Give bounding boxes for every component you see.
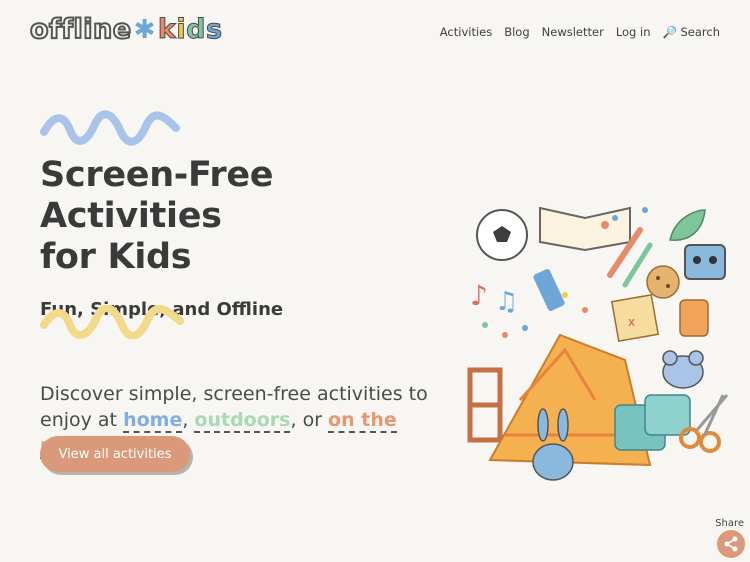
share-button[interactable] [717, 530, 745, 558]
view-all-activities-button[interactable]: View all activities [40, 436, 190, 472]
yellow-squiggle-decoration [40, 305, 184, 339]
page-title: Screen-Free Activities for Kids [40, 155, 440, 278]
star-icon: ✱ [133, 14, 156, 45]
nav-activities[interactable]: Activities [440, 25, 492, 39]
page-title-line2: for Kids [40, 237, 192, 277]
logo[interactable]: offline ✱ kids [29, 13, 223, 46]
nav-newsletter[interactable]: Newsletter [542, 25, 604, 39]
logo-word-kids: kids [157, 14, 223, 46]
share-icon [724, 536, 738, 552]
desc-sep2: , or [290, 409, 329, 431]
nav-blog[interactable]: Blog [504, 25, 529, 39]
page-title-line1: Screen-Free Activities [40, 155, 274, 236]
nav-login[interactable]: Log in [616, 25, 651, 39]
svg-text:x: x [628, 315, 635, 329]
svg-text:♪: ♪ [470, 279, 488, 312]
nav-search[interactable]: 🔎 Search [663, 25, 721, 39]
nav-search-label: Search [680, 25, 720, 39]
logo-word-offline: offline [29, 13, 132, 46]
desc-sep1: , [182, 409, 195, 431]
share-label: Share [715, 518, 744, 529]
kids-activities-illustration: ♪ ♫ x [467, 206, 729, 481]
link-home[interactable]: home [123, 409, 183, 433]
search-icon: 🔎 [662, 25, 677, 39]
svg-text:♫: ♫ [495, 287, 518, 317]
link-outdoors[interactable]: outdoors [194, 409, 291, 433]
main-nav: Activities Blog Newsletter Log in 🔎 Sear… [440, 25, 720, 39]
